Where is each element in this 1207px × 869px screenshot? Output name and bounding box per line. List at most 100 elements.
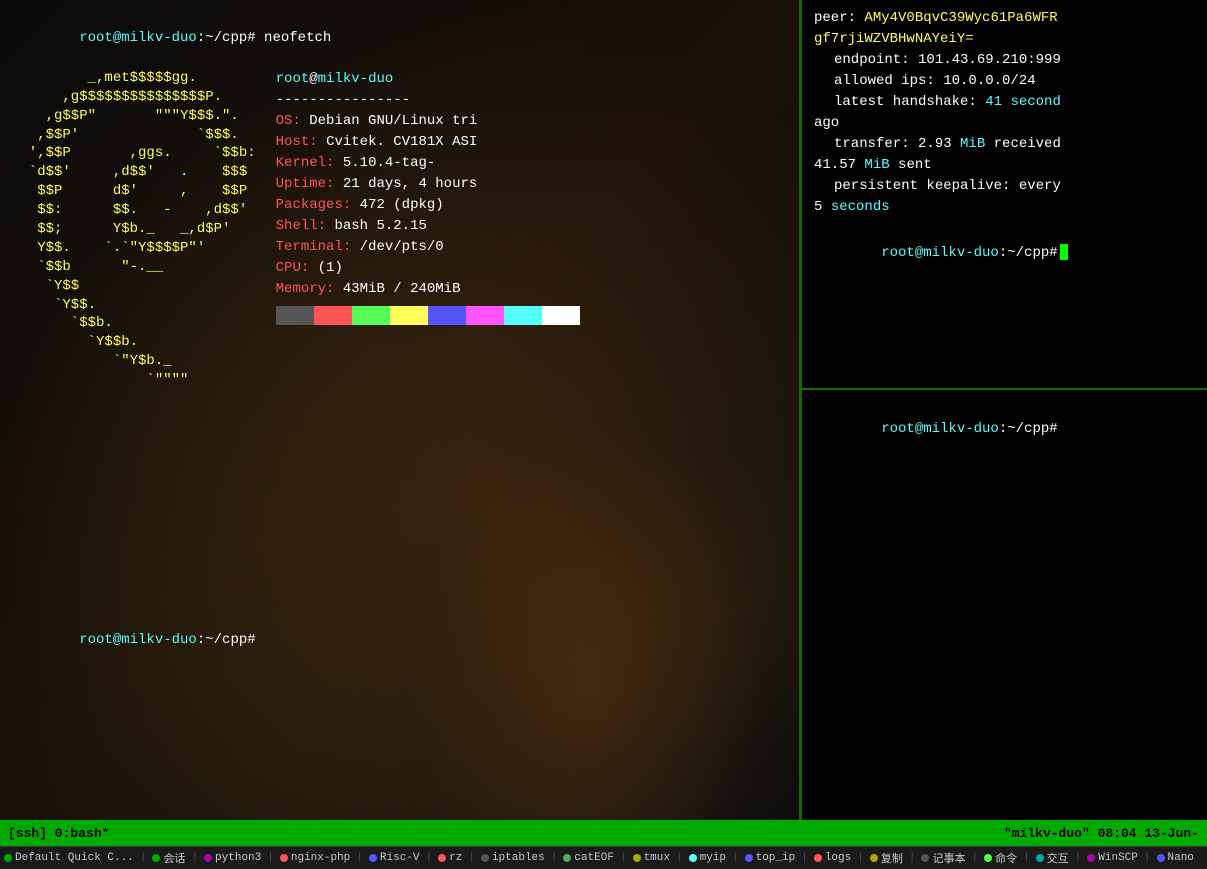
tab-dot-iptables <box>481 854 489 862</box>
left-pane[interactable]: root@milkv-duo:~/cpp# neofetch _,met$$$$… <box>0 0 800 820</box>
tab-item-top-ip[interactable]: top_ip <box>745 852 796 864</box>
status-right: "milkv-duo" 08:04 13-Jun- <box>1004 826 1199 841</box>
top-prompt: root@milkv-duo:~/cpp# neofetch <box>12 8 787 69</box>
tab-separator: | <box>140 852 147 864</box>
tab-dot-jiaohu <box>1036 854 1044 862</box>
tab-item-tmux[interactable]: tmux <box>633 852 670 864</box>
tab-label-top-ip: top_ip <box>756 852 796 864</box>
tab-item-default-quick[interactable]: Default Quick C... <box>4 852 134 864</box>
terminal-line: Terminal: /dev/pts/0 <box>276 237 580 258</box>
tab-item-winscp[interactable]: WinSCP <box>1087 852 1138 864</box>
tab-separator: | <box>1075 852 1082 864</box>
tab-label-cateof: catEOF <box>574 852 614 864</box>
tab-dot-myip <box>689 854 697 862</box>
user-host-line: root@milkv-duo <box>276 69 580 90</box>
tab-item-myip[interactable]: myip <box>689 852 726 864</box>
tab-item-logs[interactable]: logs <box>814 852 851 864</box>
tab-label-logs: logs <box>825 852 851 864</box>
latest-handshake-line: latest handshake: 41 second <box>814 92 1195 113</box>
tab-dot-nginx-php <box>280 854 288 862</box>
tab-item-lingling[interactable]: 命令 <box>984 850 1017 866</box>
tab-separator: | <box>971 852 978 864</box>
neofetch-block: _,met$$$$$gg. ,g$$$$$$$$$$$$$$$P. ,g$$P"… <box>12 69 787 390</box>
color-swatches <box>276 306 580 325</box>
status-left: [ssh] 0:bash* <box>8 826 1004 841</box>
tab-separator: | <box>1023 852 1030 864</box>
tab-item-rz[interactable]: rz <box>438 852 462 864</box>
tab-dot-winscp <box>1087 854 1095 862</box>
peer-key-line2: gf7rjiWZVBHwNAYeiY= <box>814 29 1195 50</box>
tab-item-nano[interactable]: Nano <box>1157 852 1194 864</box>
prompt-cwd: :~/cpp# <box>197 30 256 46</box>
swatch-magenta <box>466 306 504 325</box>
tab-item-jiaohu[interactable]: 交互 <box>1036 850 1069 866</box>
tab-dot-risc-v <box>369 854 377 862</box>
tab-dot-tmux <box>633 854 641 862</box>
host-line: Host: Cvitek. CV181X ASI <box>276 132 580 153</box>
tab-bar: Default Quick C... | 会话 | python3 | nginx-php |… <box>0 846 1207 869</box>
tab-label-lingling: 命令 <box>995 850 1017 866</box>
swatch-yellow <box>390 306 428 325</box>
swatch-blue <box>428 306 466 325</box>
terminal-area: root@milkv-duo:~/cpp# neofetch _,met$$$$… <box>0 0 1207 820</box>
tab-separator: | <box>356 852 363 864</box>
tab-dot-python3 <box>204 854 212 862</box>
right-pane[interactable]: peer: AMy4V0BqvC39Wyc61Pa6WFR gf7rjiWZVB… <box>800 0 1207 820</box>
tab-label-tmux: tmux <box>644 852 670 864</box>
tab-separator: | <box>468 852 475 864</box>
separator-line: ---------------- <box>276 90 580 111</box>
tab-item-nginx-php[interactable]: nginx-php <box>280 852 350 864</box>
tab-dot-cateof <box>563 854 571 862</box>
status-bar: [ssh] 0:bash* "milkv-duo" 08:04 13-Jun- <box>0 820 1207 846</box>
tab-label-nano: Nano <box>1168 852 1194 864</box>
tab-dot-lingling <box>984 854 992 862</box>
tab-item-cateof[interactable]: catEOF <box>563 852 614 864</box>
tab-label-huihua: 会话 <box>163 850 185 866</box>
tab-item-fuzhui[interactable]: 复制 <box>870 850 903 866</box>
swatch-red <box>314 306 352 325</box>
tab-item-jiben[interactable]: 记事本 <box>921 850 965 866</box>
kernel-line: Kernel: 5.10.4-tag- <box>276 153 580 174</box>
tab-separator: | <box>551 852 558 864</box>
prompt-hostname: root@milkv-duo <box>79 30 197 46</box>
tab-dot-jiben <box>921 854 929 862</box>
tab-label-myip: myip <box>700 852 726 864</box>
tab-label-risc-v: Risc-V <box>380 852 420 864</box>
peer-line: peer: AMy4V0BqvC39Wyc61Pa6WFR <box>814 8 1195 29</box>
tab-item-risc-v[interactable]: Risc-V <box>369 852 420 864</box>
transfer-line: transfer: 2.93 MiB received <box>814 134 1195 155</box>
tab-dot-fuzhui <box>870 854 878 862</box>
cursor-1 <box>1060 244 1068 260</box>
tab-dot-nano <box>1157 854 1165 862</box>
tab-separator: | <box>801 852 808 864</box>
tab-item-iptables[interactable]: iptables <box>481 852 545 864</box>
tab-separator: | <box>676 852 683 864</box>
tab-label-rz: rz <box>449 852 462 864</box>
tab-label-jiben: 记事本 <box>932 850 965 866</box>
os-line: OS: Debian GNU/Linux tri <box>276 111 580 132</box>
tab-separator: | <box>857 852 864 864</box>
ago-line: ago <box>814 113 1195 134</box>
tab-label-default-quick: Default Quick C... <box>15 852 134 864</box>
ascii-art: _,met$$$$$gg. ,g$$$$$$$$$$$$$$$P. ,g$$P"… <box>12 69 256 390</box>
endpoint-line: endpoint: 101.43.69.210:999 <box>814 50 1195 71</box>
tab-separator: | <box>732 852 739 864</box>
swatch-white <box>542 306 580 325</box>
tab-label-iptables: iptables <box>492 852 545 864</box>
tab-item-python3[interactable]: python3 <box>204 852 261 864</box>
transfer-sent-line: 41.57 MiB sent <box>814 155 1195 176</box>
bottom-prompt-left: root@milkv-duo:~/cpp# <box>12 610 787 671</box>
swatch-green <box>352 306 390 325</box>
allowed-ips-line: allowed ips: 10.0.0.0/24 <box>814 71 1195 92</box>
right-top-section: peer: AMy4V0BqvC39Wyc61Pa6WFR gf7rjiWZVB… <box>802 0 1207 390</box>
tab-label-winscp: WinSCP <box>1098 852 1138 864</box>
right-prompt-2: root@milkv-duo:~/cpp# <box>814 398 1195 461</box>
tab-label-jiaohu: 交互 <box>1047 850 1069 866</box>
tab-dot-default-quick <box>4 854 12 862</box>
tab-dot-logs <box>814 854 822 862</box>
tab-item-huihua[interactable]: 会话 <box>152 850 185 866</box>
tab-dot-huihua <box>152 854 160 862</box>
cpu-line: CPU: (1) <box>276 258 580 279</box>
tab-separator: | <box>909 852 916 864</box>
tab-label-fuzhui: 复制 <box>881 850 903 866</box>
